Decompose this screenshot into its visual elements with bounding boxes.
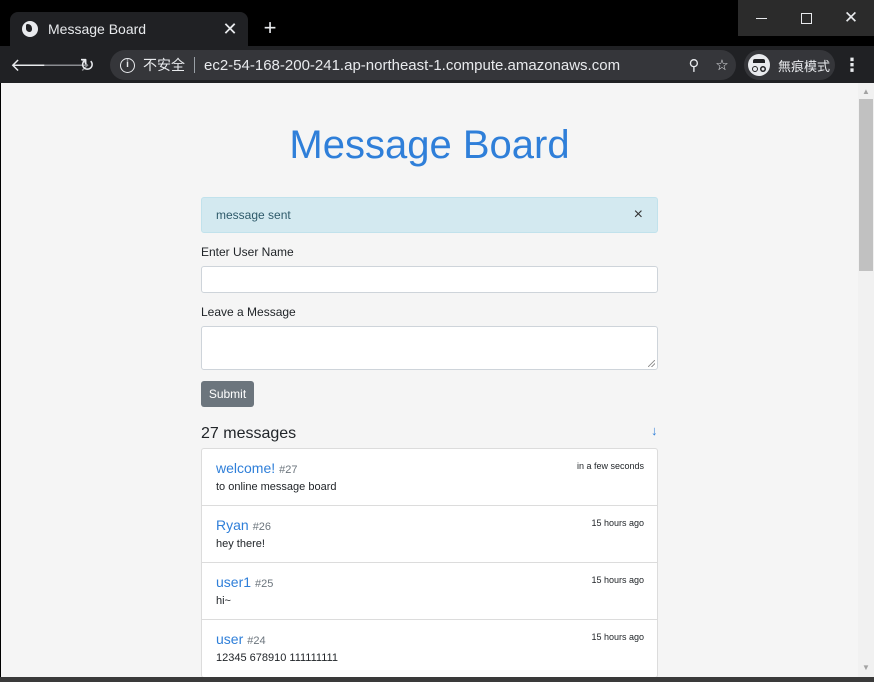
globe-icon [22, 21, 38, 37]
bookmark-star-icon[interactable]: ☆ [708, 56, 736, 74]
message-label: Leave a Message [201, 305, 296, 319]
incognito-label: 無痕模式 [778, 58, 831, 74]
message-body: hi~ [216, 595, 231, 607]
maximize-icon [800, 12, 812, 24]
close-icon: ✕ [843, 8, 859, 27]
new-tab-button[interactable]: + [258, 16, 282, 40]
list-item: user1 #25 15 hours ago hi~ [202, 563, 657, 620]
separator [194, 57, 195, 73]
minimize-icon [755, 17, 767, 19]
close-window-button[interactable]: ✕ [828, 0, 874, 36]
message-id: #24 [247, 635, 266, 647]
sort-arrow-icon[interactable]: ↓ [651, 423, 658, 438]
browser-window: Message Board ✕ + ✕ 🡐 🡒 ↻ i 不安全 ec2-54-1… [0, 0, 874, 682]
list-item: user #24 15 hours ago 12345 678910 111111… [202, 620, 657, 677]
message-time: 15 hours ago [591, 518, 644, 528]
username-label: Enter User Name [201, 245, 294, 259]
message-id: #26 [252, 521, 272, 533]
message-id: #27 [279, 464, 298, 476]
message-body: hey there! [216, 538, 265, 550]
message-body: to online message board [216, 481, 337, 493]
security-label: 不安全 [143, 57, 185, 73]
incognito-indicator[interactable]: 無痕模式 [744, 50, 835, 80]
browser-toolbar: 🡐 🡒 ↻ i 不安全 ec2-54-168-200-241.ap-northe… [0, 46, 874, 83]
message-time: in a few seconds [576, 461, 644, 471]
tab-message-board[interactable]: Message Board ✕ [10, 12, 248, 46]
message-author[interactable]: welcome! #27 [216, 460, 298, 476]
incognito-icon [748, 54, 770, 76]
page-title: Message Board [289, 123, 570, 167]
resize-handle[interactable] [648, 360, 655, 367]
message-author[interactable]: user #24 [216, 631, 266, 647]
page-viewport: Message Board message sent × Enter User … [1, 83, 858, 677]
submit-button[interactable]: Submit [201, 381, 254, 407]
alert-text: message sent [216, 208, 291, 222]
scroll-up-icon[interactable]: ▲ [858, 85, 874, 99]
scroll-down-icon[interactable]: ▼ [858, 661, 874, 675]
vertical-scrollbar[interactable]: ▲ ▼ [858, 83, 874, 677]
url-text[interactable]: ec2-54-168-200-241.ap-northeast-1.comput… [204, 57, 680, 74]
maximize-button[interactable] [783, 0, 829, 36]
browser-menu-button[interactable]: ⋮ [842, 54, 862, 76]
message-id: #25 [255, 578, 274, 590]
forward-button[interactable]: 🡒 [42, 52, 90, 78]
alert-close-button[interactable]: × [634, 207, 643, 223]
zoom-icon[interactable]: ⚲ [680, 56, 708, 74]
window-bottom-edge [0, 677, 874, 682]
tab-strip: Message Board ✕ + ✕ [0, 0, 874, 46]
list-item: welcome! #27 in a few seconds to online m… [202, 449, 657, 506]
message-count: 27 messages [201, 425, 297, 442]
tab-close-icon[interactable]: ✕ [220, 19, 240, 39]
address-bar[interactable]: i 不安全 ec2-54-168-200-241.ap-northeast-1.… [110, 50, 736, 80]
username-input[interactable] [201, 266, 658, 293]
message-textarea[interactable] [201, 326, 658, 370]
message-list: welcome! #27 in a few seconds to online m… [201, 448, 658, 677]
info-icon[interactable]: i [120, 57, 135, 73]
message-author[interactable]: Ryan #26 [216, 517, 271, 533]
back-button[interactable]: 🡐 [10, 52, 58, 78]
message-time: 15 hours ago [591, 632, 644, 642]
alert-message: message sent × [201, 197, 658, 233]
message-time: 15 hours ago [591, 575, 644, 585]
scroll-thumb[interactable] [859, 99, 873, 271]
tab-title: Message Board [48, 21, 147, 37]
reload-button[interactable]: ↻ [74, 52, 100, 78]
message-author[interactable]: user1 #25 [216, 574, 273, 590]
minimize-button[interactable] [738, 0, 784, 36]
message-body: 12345 678910 111111111 [216, 652, 338, 664]
list-item: Ryan #26 15 hours ago hey there! [202, 506, 657, 563]
